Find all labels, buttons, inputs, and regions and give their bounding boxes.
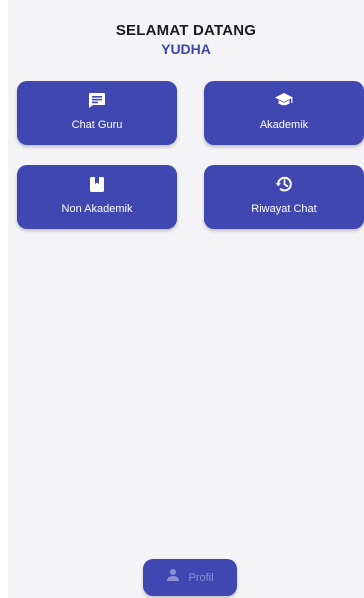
profile-label: Profil [188, 571, 214, 584]
chat-guru-button[interactable]: Chat Guru [17, 81, 177, 145]
greeting-header: SELAMAT DATANG YUDHA [8, 22, 364, 58]
chat-message-icon [17, 91, 177, 109]
user-name: YUDHA [161, 41, 211, 57]
akademik-button[interactable]: Akademik [204, 81, 364, 145]
graduation-cap-icon [204, 91, 364, 109]
app-screen: SELAMAT DATANG YUDHA Chat Guru Akademik … [0, 0, 364, 598]
riwayat-chat-label: Riwayat Chat [251, 203, 317, 215]
welcome-title: SELAMAT DATANG [115, 22, 257, 39]
non-akademik-label: Non Akademik [61, 203, 133, 215]
chat-guru-label: Chat Guru [71, 119, 123, 131]
profile-button[interactable]: Profil [143, 559, 237, 596]
riwayat-chat-button[interactable]: Riwayat Chat [204, 165, 364, 229]
non-akademik-button[interactable]: Non Akademik [17, 165, 177, 229]
history-icon [204, 175, 364, 193]
akademik-label: Akademik [259, 119, 309, 131]
person-icon [166, 568, 180, 587]
main-panel: SELAMAT DATANG YUDHA Chat Guru Akademik … [8, 0, 364, 598]
bookmark-icon [17, 175, 177, 193]
